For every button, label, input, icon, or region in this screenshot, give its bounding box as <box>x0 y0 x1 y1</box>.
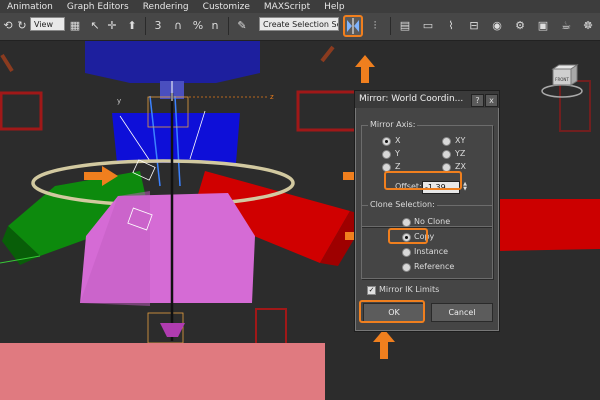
clone-selection-label: Clone Selection: <box>368 200 437 209</box>
svg-text:y: y <box>117 97 121 105</box>
reference-coordinate-select[interactable]: View <box>30 17 65 31</box>
axis-x-label: X <box>395 136 401 145</box>
viewcube-label: FRONT <box>555 77 569 82</box>
snap-label: 3 <box>154 19 162 32</box>
named-selection-set[interactable]: Create Selection Se <box>259 17 339 31</box>
ok-button[interactable]: OK <box>363 303 425 322</box>
axis-y-label: Y <box>395 149 400 158</box>
viewcube[interactable]: FRONT <box>538 63 586 103</box>
edit-named-selection-icon[interactable]: ✎ <box>234 18 250 34</box>
pivot-icon[interactable]: ▦ <box>67 18 83 34</box>
rotate-icon[interactable]: ↻ <box>14 18 30 34</box>
percent-snap-label: % <box>192 19 204 32</box>
menu-animation[interactable]: Animation <box>0 2 60 12</box>
cancel-button[interactable]: Cancel <box>431 303 493 322</box>
render-icon[interactable]: ☕ <box>558 18 574 34</box>
menu-customize[interactable]: Customize <box>196 2 257 12</box>
main-toolbar: ⟲ ↻ View ▦ ↖ ✛ ⬆ 3 ∩ % n ✎ Create Select… <box>0 13 600 41</box>
menu-maxscript[interactable]: MAXScript <box>257 2 317 12</box>
copy-label: Copy <box>414 232 435 241</box>
close-button[interactable]: x <box>485 94 498 107</box>
offset-spinner[interactable]: ▲ ▼ <box>462 182 468 193</box>
axis-yz-radio[interactable] <box>442 150 451 159</box>
menu-help[interactable]: Help <box>317 2 352 12</box>
cursor-icon[interactable]: ↖ <box>87 18 103 34</box>
axis-yz-label: YZ <box>455 149 466 158</box>
axis-zx-radio[interactable] <box>442 163 451 172</box>
menu-bar: Animation Graph Editors Rendering Custom… <box>0 0 600 13</box>
snap-3d-icon[interactable]: 3 <box>150 18 166 34</box>
more-tools-icon[interactable]: ☸ <box>580 18 596 34</box>
instance-label: Instance <box>414 247 449 256</box>
ribbon-icon[interactable]: ▭ <box>420 18 436 34</box>
mirror-dialog: Mirror: World Coordin... ? x Mirror Axis… <box>354 90 500 332</box>
axis-xy-label: XY <box>455 136 466 145</box>
mirror-axis-label: Mirror Axis: <box>368 120 418 129</box>
no-clone-label: No Clone <box>414 217 451 226</box>
svg-text:z: z <box>270 93 274 101</box>
axis-z-label: Z <box>395 162 401 171</box>
mirror-button[interactable] <box>343 15 363 37</box>
hint-arrow-gizmo <box>84 166 118 186</box>
reference-radio[interactable] <box>402 263 411 272</box>
spinner-snap-icon[interactable]: n <box>207 18 223 34</box>
hint-arrow-ok <box>373 329 395 359</box>
mirror-ik-checkbox[interactable]: ✓ <box>367 286 376 295</box>
offset-label: Offset: <box>395 182 422 191</box>
align-icon[interactable]: ⫶ <box>367 18 383 34</box>
offset-input[interactable]: -1.39 <box>422 181 460 194</box>
no-clone-radio[interactable] <box>402 218 411 227</box>
select-object-icon[interactable]: ⬆ <box>124 18 140 34</box>
axis-x-radio[interactable] <box>382 137 391 146</box>
rendered-frame-icon[interactable]: ▣ <box>535 18 551 34</box>
copy-radio[interactable] <box>402 233 411 242</box>
layer-manager-icon[interactable]: ▤ <box>397 18 413 34</box>
axis-xy-radio[interactable] <box>442 137 451 146</box>
material-editor-icon[interactable]: ◉ <box>489 18 505 34</box>
angle-snap-icon[interactable]: ∩ <box>170 18 186 34</box>
curve-editor-icon[interactable]: ⌇ <box>443 18 459 34</box>
help-button[interactable]: ? <box>471 94 484 107</box>
clone-selection-group: Clone Selection: No Clone Copy Instance … <box>361 200 493 279</box>
perspective-viewport[interactable]: y z FRONT <box>0 41 600 400</box>
mirror-ik-label: Mirror IK Limits <box>379 285 440 294</box>
scene-canvas: y z <box>0 41 600 400</box>
mirror-icon <box>347 18 359 34</box>
axis-z-radio[interactable] <box>382 163 391 172</box>
axis-zx-label: ZX <box>455 162 466 171</box>
viewcube-graphic <box>541 64 583 98</box>
schematic-view-icon[interactable]: ⊟ <box>466 18 482 34</box>
percent-snap-icon[interactable]: % <box>190 18 206 34</box>
spinner-snap-label: n <box>211 19 219 32</box>
menu-rendering[interactable]: Rendering <box>136 2 196 12</box>
instance-radio[interactable] <box>402 248 411 257</box>
reference-label: Reference <box>414 262 455 271</box>
render-setup-icon[interactable]: ⚙ <box>512 18 528 34</box>
axis-y-radio[interactable] <box>382 150 391 159</box>
hint-arrow-mirror-button <box>355 55 375 83</box>
snap-toggle-icon[interactable]: ✛ <box>104 18 120 34</box>
menu-graph-editors[interactable]: Graph Editors <box>60 2 136 12</box>
